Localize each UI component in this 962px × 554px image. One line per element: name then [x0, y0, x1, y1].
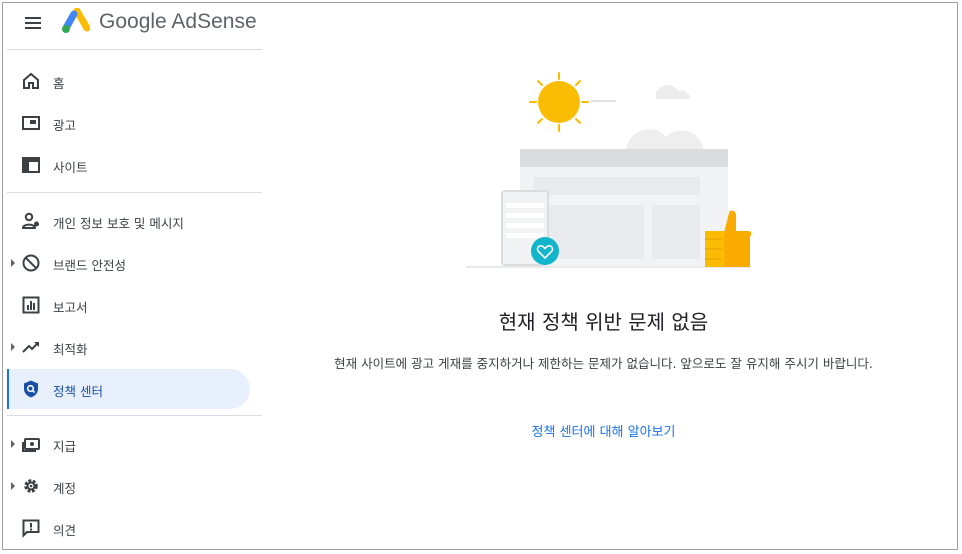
- expand-caret-icon: [11, 482, 15, 490]
- home-icon: [23, 72, 39, 89]
- sidebar-item-label: 홈: [53, 76, 65, 91]
- trending-up-icon: [22, 342, 39, 353]
- feedback-icon: [22, 519, 40, 538]
- sidebar-item-feedback[interactable]: 의견: [7, 508, 250, 548]
- sidebar-item-label: 보고서: [53, 300, 88, 315]
- brand-title: Google AdSense: [99, 10, 257, 34]
- sidebar-item-label: 정책 센터: [53, 384, 103, 399]
- brand-google: Google: [99, 10, 167, 33]
- sidebar-divider: [7, 49, 262, 50]
- page-description: 현재 사이트에 광고 게재를 중지하거나 제한하는 문제가 없습니다. 앞으로도…: [334, 356, 873, 371]
- payments-icon: [22, 438, 40, 452]
- sidebar-item-reports[interactable]: 보고서: [7, 285, 250, 325]
- learn-policy-center-link[interactable]: 정책 센터에 대해 알아보기: [261, 421, 946, 440]
- window-frame: Google AdSense 홈 광고 사이트 개인 정보 보호 및 메시지 브…: [2, 2, 958, 550]
- sidebar-divider: [7, 415, 262, 416]
- sidebar-item-label: 사이트: [53, 160, 88, 175]
- sidebar-divider: [7, 192, 262, 193]
- sidebar-item-label: 광고: [53, 118, 77, 133]
- adsense-logo-icon: [62, 8, 90, 33]
- main-content: 현재 정책 위반 문제 없음 현재 사이트에 광고 게재를 중지하거나 제한하는…: [261, 3, 956, 549]
- sidebar-item-sites[interactable]: 사이트: [7, 145, 250, 185]
- sidebar-item-policy-center[interactable]: 정책 센터: [7, 369, 250, 409]
- gear-icon: [24, 479, 38, 493]
- expand-caret-icon: [11, 343, 15, 351]
- sidebar-item-account[interactable]: 계정: [7, 466, 250, 506]
- expand-caret-icon: [11, 259, 15, 267]
- sidebar-item-label: 의견: [53, 523, 77, 538]
- sidebar: 홈 광고 사이트 개인 정보 보호 및 메시지 브랜드 안전성 보고서 최적화 …: [7, 49, 262, 549]
- sidebar-item-home[interactable]: 홈: [7, 61, 250, 101]
- hamburger-icon-line: [25, 27, 41, 29]
- sidebar-item-optimization[interactable]: 최적화: [7, 327, 250, 367]
- policy-shield-icon: [24, 380, 38, 398]
- sidebar-item-brand-safety[interactable]: 브랜드 안전성: [7, 243, 250, 283]
- expand-caret-icon: [11, 440, 15, 448]
- sidebar-item-label: 개인 정보 보호 및 메시지: [53, 216, 184, 231]
- brand-product: AdSense: [171, 10, 257, 33]
- sidebar-item-label: 최적화: [53, 342, 88, 357]
- reports-icon: [22, 296, 40, 314]
- page-headline: 현재 정책 위반 문제 없음: [498, 310, 709, 334]
- block-icon: [22, 254, 40, 272]
- privacy-messaging-icon: [21, 212, 39, 229]
- no-issues-illustration: [466, 72, 752, 268]
- hamburger-icon-line: [25, 22, 41, 24]
- hamburger-icon: [25, 17, 41, 19]
- sites-icon: [22, 157, 40, 173]
- ads-icon: [22, 116, 40, 130]
- sidebar-item-payments[interactable]: 지급: [7, 424, 250, 464]
- sidebar-item-label: 계정: [53, 481, 77, 496]
- main-menu-button[interactable]: [23, 14, 45, 32]
- sidebar-item-privacy-messaging[interactable]: 개인 정보 보호 및 메시지: [7, 201, 250, 241]
- sidebar-item-label: 지급: [53, 439, 77, 454]
- sidebar-item-ads[interactable]: 광고: [7, 103, 250, 143]
- sidebar-item-label: 브랜드 안전성: [53, 258, 126, 273]
